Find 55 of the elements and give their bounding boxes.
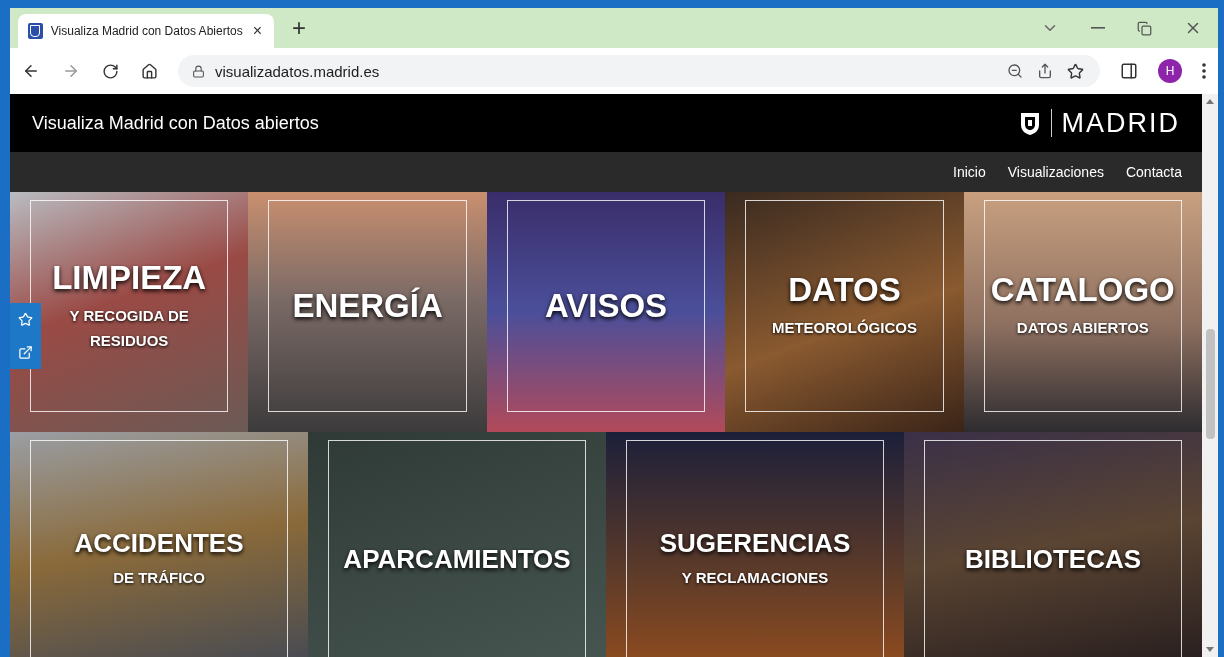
restore-icon [1137,20,1152,36]
tile-title: LIMPIEZA [52,258,207,297]
category-tile[interactable]: ENERGÍA [248,192,487,432]
zoom-out-icon [1007,63,1023,79]
logo-text: MADRID [1061,107,1180,139]
forward-arrow-icon [62,62,80,80]
tile-subtitle: Y RECOGIDA DE RESIDUOS [68,305,190,351]
tile-subtitle: Y RECLAMACIONES [681,567,829,588]
category-tile[interactable]: CATALOGO DATOS ABIERTOS [963,192,1203,432]
tile-title: APARCAMIENTOS [343,543,571,575]
home-icon [141,62,158,80]
category-tile[interactable]: BIBLIOTECAS [904,432,1202,657]
share-icon [1037,63,1053,79]
profile-avatar[interactable]: H [1158,59,1182,83]
site-favicon-icon [28,23,43,39]
category-tile[interactable]: SUGERENCIAS Y RECLAMACIONES [606,432,904,657]
tile-title: SUGERENCIAS [659,527,851,559]
lock-icon [192,64,205,78]
nav-link[interactable]: Inicio [953,164,986,180]
nav-link[interactable]: Visualizaciones [1007,164,1104,180]
tab-title: Visualiza Madrid con Datos Abiertos [50,24,243,38]
tile-title: AVISOS [544,287,668,325]
scroll-thumb[interactable] [1205,329,1215,439]
url-text: visualizadatos.madrid.es [215,62,381,80]
side-panel-icon [1120,62,1138,80]
tile-title: ACCIDENTES [74,527,244,559]
menu-dots-icon [1202,63,1206,79]
category-tile[interactable]: DATOS METEOROLÓGICOS [725,192,964,432]
tile-subtitle: DATOS ABIERTOS [1016,318,1149,339]
share-icon [18,345,33,360]
favorite-button[interactable] [16,310,35,329]
site-title: Visualiza Madrid con Datos abiertos [32,112,320,134]
menu-button[interactable] [1200,61,1208,81]
tile-title: CATALOGO [990,271,1175,310]
browser-tab[interactable]: Visualiza Madrid con Datos Abiertos × [18,14,274,48]
reload-icon [102,62,119,80]
tile-subtitle: METEOROLÓGICOS [771,318,917,339]
star-icon [18,312,33,327]
shield-logo-icon [1018,110,1041,136]
category-tile[interactable]: AVISOS [486,192,726,432]
category-tile[interactable]: APARCAMIENTOS [308,432,606,657]
category-tile[interactable]: ACCIDENTES DE TRÁFICO [10,432,308,657]
tile-subtitle: DE TRÁFICO [113,567,205,588]
minimize-icon [1091,27,1105,29]
address-bar[interactable]: visualizadatos.madrid.es [178,55,1100,87]
tile-title: ENERGÍA [292,287,443,325]
tile-title: DATOS [788,271,901,310]
tile-title: BIBLIOTECAS [964,543,1142,575]
scrollbar[interactable] [1202,94,1218,657]
nav-link[interactable]: Contacta [1125,164,1182,180]
share-button[interactable] [16,343,35,362]
new-tab-button[interactable]: + [290,14,308,42]
close-tab-button[interactable]: × [250,21,264,41]
category-tile[interactable]: LIMPIEZA Y RECOGIDA DE RESIDUOS [10,192,249,432]
star-icon [1067,62,1084,80]
